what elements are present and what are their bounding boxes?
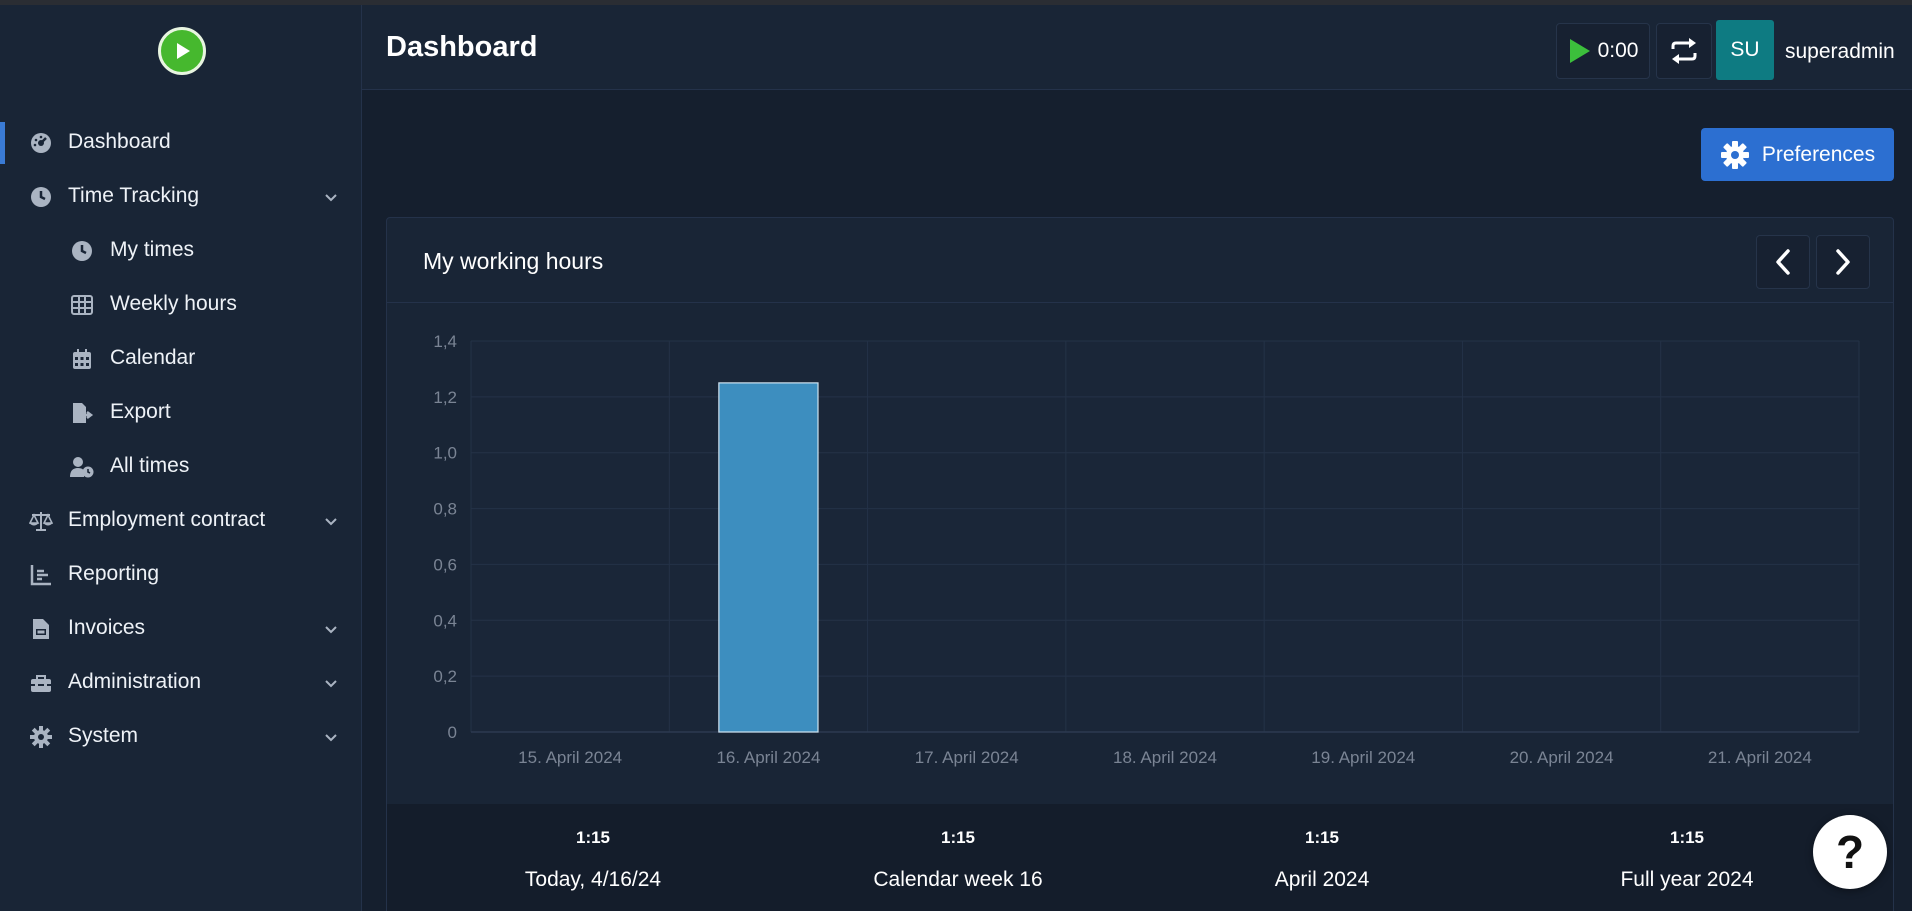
chart-icon (29, 563, 53, 587)
stat-label: April 2024 (1274, 868, 1370, 891)
page-title: Dashboard (386, 31, 538, 63)
card-title: My working hours (423, 248, 604, 274)
chevron-down-icon (322, 188, 340, 206)
chevron-down-icon (322, 620, 340, 638)
file-export-icon (70, 401, 94, 425)
sidebar-item-all-times[interactable]: All times (0, 442, 362, 492)
clock-icon (29, 185, 53, 209)
x-tick-label: 20. April 2024 (1510, 748, 1614, 767)
preferences-button[interactable]: Preferences (1701, 128, 1894, 181)
chevron-down-icon (322, 674, 340, 692)
help-button[interactable]: ? (1813, 815, 1887, 889)
sidebar-item-label: Employment contract (68, 508, 266, 531)
sidebar-item-label: Dashboard (68, 130, 171, 153)
sidebar-item-invoices[interactable]: Invoices (0, 604, 362, 654)
chevron-down-icon (322, 728, 340, 746)
x-tick-label: 16. April 2024 (716, 748, 820, 767)
sidebar-item-my-times[interactable]: My times (0, 226, 362, 276)
sidebar-item-label: Export (110, 400, 171, 423)
sidebar-item-label: System (68, 724, 139, 747)
stat-item: 1:15 Calendar week 16 (778, 804, 1138, 911)
scale-icon (29, 509, 53, 533)
stat-label: Calendar week 16 (873, 868, 1043, 891)
working-hours-chart: 0 0,2 0,4 0,6 0,8 1,0 1,2 1,4 15. April 2024 16. … (433, 332, 1860, 767)
chevron-right-icon (1836, 249, 1850, 275)
avatar[interactable]: SU (1716, 20, 1774, 80)
top-header: Dashboard 0:00 SU superadmin (362, 5, 1912, 90)
y-tick-label: 1,2 (433, 388, 457, 407)
stats-summary: 1:15 Today, 4/16/24 1:15 Calendar week 16 1:… (387, 804, 1893, 911)
sidebar-item-time-tracking[interactable]: Time Tracking (0, 172, 362, 222)
sidebar-item-weekly-hours[interactable]: Weekly hours (0, 280, 362, 330)
sidebar: Dashboard Time Tracking My times Weekly hou… (0, 5, 362, 911)
x-tick-label: 18. April 2024 (1113, 748, 1217, 767)
sidebar-item-dashboard[interactable]: Dashboard (0, 118, 362, 168)
x-tick-label: 21. April 2024 (1708, 748, 1812, 767)
y-tick-label: 0,8 (433, 500, 457, 519)
x-tick-label: 19. April 2024 (1311, 748, 1415, 767)
preferences-label: Preferences (1761, 142, 1876, 166)
sidebar-item-label: Time Tracking (68, 184, 200, 207)
table-icon (70, 293, 94, 317)
stat-value: 1:15 (575, 828, 611, 847)
toolbox-icon (29, 671, 53, 695)
sidebar-item-reporting[interactable]: Reporting (0, 550, 362, 600)
sidebar-item-label: My times (110, 238, 194, 261)
stat-value: 1:15 (940, 828, 976, 847)
play-logo-icon (177, 43, 190, 59)
sidebar-item-label: All times (110, 454, 190, 477)
calendar-icon (70, 347, 94, 371)
stat-label: Full year 2024 (1620, 868, 1754, 891)
y-tick-label: 0,2 (433, 667, 457, 686)
x-tick-label: 17. April 2024 (915, 748, 1019, 767)
y-tick-label: 0,6 (433, 555, 457, 574)
clock-icon (70, 239, 94, 263)
sidebar-item-employment-contract[interactable]: Employment contract (0, 496, 362, 546)
stat-item: 1:15 Today, 4/16/24 (413, 804, 773, 911)
next-week-button[interactable] (1816, 235, 1870, 289)
play-icon (1569, 39, 1590, 63)
y-tick-label: 1,4 (433, 332, 457, 351)
plot-area (471, 341, 1859, 732)
stat-item: 1:15 April 2024 (1142, 804, 1502, 911)
sidebar-item-label: Administration (68, 670, 202, 693)
sidebar-item-calendar[interactable]: Calendar (0, 334, 362, 384)
y-tick-label: 1,0 (433, 444, 457, 463)
stat-value: 1:15 (1304, 828, 1340, 847)
sidebar-item-label: Calendar (110, 346, 196, 369)
username[interactable]: superadmin (1785, 40, 1895, 64)
previous-week-button[interactable] (1756, 235, 1810, 289)
sidebar-item-administration[interactable]: Administration (0, 658, 362, 708)
invoice-icon (29, 617, 53, 641)
chart-bar (718, 382, 819, 733)
user-clock-icon (70, 455, 94, 479)
sidebar-item-export[interactable]: Export (0, 388, 362, 438)
working-hours-card: My working hours 0 0,2 0,4 0,6 0,8 1,0 1,2 1,4 1… (386, 217, 1894, 911)
start-timer-button[interactable]: 0:00 (1556, 23, 1650, 79)
stat-label: Today, 4/16/24 (524, 868, 662, 891)
timer-display: 0:00 (1597, 39, 1639, 62)
sync-button[interactable] (1656, 23, 1712, 79)
gear-icon (1720, 140, 1749, 169)
card-header: My working hours (387, 218, 1893, 303)
x-tick-label: 15. April 2024 (518, 748, 622, 767)
y-tick-label: 0 (448, 723, 457, 742)
app-logo[interactable] (158, 27, 206, 75)
sidebar-item-system[interactable]: System (0, 712, 362, 762)
y-tick-label: 0,4 (433, 611, 457, 630)
sidebar-item-label: Invoices (68, 616, 146, 639)
sync-icon (1671, 38, 1697, 64)
chevron-down-icon (322, 512, 340, 530)
sidebar-item-label: Weekly hours (110, 292, 237, 315)
sidebar-item-label: Reporting (68, 562, 160, 585)
chevron-left-icon (1776, 249, 1790, 275)
dashboard-icon (29, 131, 53, 155)
gear-icon (29, 725, 53, 749)
